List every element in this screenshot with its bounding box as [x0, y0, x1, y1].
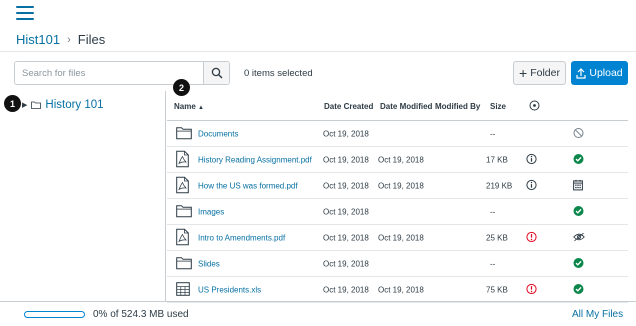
upload-label: Upload: [589, 67, 623, 79]
column-header-size[interactable]: Size: [490, 102, 506, 111]
table-row[interactable]: History Reading Assignment.pdf Oct 19, 20…: [167, 147, 628, 173]
files-table: Name ▲ Date Created Date Modified Modifi…: [167, 91, 628, 303]
header-divider: [0, 51, 636, 52]
column-name-label: Name: [174, 102, 196, 111]
table-row[interactable]: US Presidents.xls Oct 19, 2018 Oct 19, 201…: [167, 277, 628, 303]
add-folder-button[interactable]: + Folder: [513, 61, 566, 85]
caret-right-icon[interactable]: ▶: [22, 101, 27, 109]
hidden-eye-icon[interactable]: [573, 232, 585, 243]
search-box: [14, 61, 230, 85]
folder-icon: [176, 204, 192, 219]
folder-icon: [176, 256, 192, 271]
file-size: 219 KB: [486, 181, 513, 190]
file-size: --: [490, 207, 496, 216]
published-check-icon[interactable]: [573, 205, 584, 218]
tree-item-root[interactable]: ▶ History 101: [22, 99, 104, 111]
pdf-file-icon: [176, 176, 189, 195]
usage-rights-warning-icon[interactable]: [526, 231, 537, 244]
file-name-link[interactable]: How the US was formed.pdf: [198, 181, 298, 190]
date-created: Oct 19, 2018: [323, 285, 369, 294]
table-row[interactable]: Documents Oct 19, 2018 --: [167, 121, 628, 147]
restricted-access-icon[interactable]: [573, 127, 584, 140]
date-modified: Oct 19, 2018: [378, 285, 424, 294]
folder-icon: [176, 126, 192, 141]
usage-rights-warning-icon[interactable]: [526, 283, 537, 296]
storage-quota-bar: [24, 311, 85, 318]
upload-icon: [576, 67, 586, 79]
file-name-link[interactable]: Documents: [198, 129, 238, 138]
calendar-icon[interactable]: [573, 179, 583, 192]
column-header-modified[interactable]: Date Modified: [380, 102, 432, 111]
table-header: Name ▲ Date Created Date Modified Modifi…: [167, 91, 628, 121]
usage-rights-info-icon[interactable]: [526, 153, 537, 166]
date-created: Oct 19, 2018: [323, 181, 369, 190]
date-created: Oct 19, 2018: [323, 155, 369, 164]
breadcrumb: Hist101 › Files: [16, 32, 105, 47]
callout-badge-1: 1: [4, 95, 21, 112]
file-size: --: [490, 259, 496, 268]
file-name-link[interactable]: Intro to Amendments.pdf: [198, 233, 285, 242]
table-body: Documents Oct 19, 2018 -- History Reading A…: [167, 121, 628, 303]
table-row[interactable]: Images Oct 19, 2018 --: [167, 199, 628, 225]
plus-icon: +: [519, 65, 528, 81]
usage-rights-header-icon[interactable]: [529, 100, 540, 111]
folder-tree: ▶ History 101: [8, 91, 166, 301]
search-button[interactable]: [203, 62, 229, 84]
usage-rights-info-icon[interactable]: [526, 179, 537, 192]
folder-icon: [31, 101, 42, 109]
date-modified: Oct 19, 2018: [378, 233, 424, 242]
breadcrumb-current: Files: [77, 32, 106, 47]
breadcrumb-course-link[interactable]: Hist101: [16, 32, 60, 47]
table-row[interactable]: How the US was formed.pdf Oct 19, 2018 Oct…: [167, 173, 628, 199]
date-created: Oct 19, 2018: [323, 129, 369, 138]
date-created: Oct 19, 2018: [323, 233, 369, 242]
published-check-icon[interactable]: [573, 257, 584, 270]
all-my-files-link[interactable]: All My Files: [572, 309, 623, 320]
date-modified: Oct 19, 2018: [378, 181, 424, 190]
table-row[interactable]: Slides Oct 19, 2018 --: [167, 251, 628, 277]
file-size: 75 KB: [486, 285, 508, 294]
top-bar: [0, 0, 636, 24]
search-icon: [211, 67, 222, 79]
selected-count: 0 items selected: [244, 68, 313, 79]
column-header-name[interactable]: Name ▲: [174, 102, 204, 111]
sort-ascending-icon: ▲: [198, 105, 204, 111]
hamburger-menu-icon[interactable]: [16, 6, 34, 20]
published-check-icon[interactable]: [573, 283, 584, 296]
footer: 0% of 524.3 MB used All My Files: [0, 301, 636, 326]
pdf-file-icon: [176, 150, 189, 169]
date-created: Oct 19, 2018: [323, 259, 369, 268]
column-header-created[interactable]: Date Created: [324, 102, 373, 111]
pdf-file-icon: [176, 228, 189, 247]
date-created: Oct 19, 2018: [323, 207, 369, 216]
file-name-link[interactable]: Slides: [198, 259, 220, 268]
date-modified: Oct 19, 2018: [378, 155, 424, 164]
tree-item-label: History 101: [45, 99, 104, 111]
spreadsheet-file-icon: [176, 281, 190, 298]
file-size: --: [490, 129, 496, 138]
published-check-icon[interactable]: [573, 153, 584, 166]
file-name-link[interactable]: History Reading Assignment.pdf: [198, 155, 312, 164]
upload-button[interactable]: Upload: [571, 61, 628, 85]
add-folder-label: Folder: [530, 67, 560, 79]
file-size: 25 KB: [486, 233, 508, 242]
table-row[interactable]: Intro to Amendments.pdf Oct 19, 2018 Oct 1…: [167, 225, 628, 251]
column-header-modified-by[interactable]: Modified By: [435, 102, 480, 111]
file-name-link[interactable]: US Presidents.xls: [198, 285, 261, 294]
file-size: 17 KB: [486, 155, 508, 164]
file-name-link[interactable]: Images: [198, 207, 224, 216]
storage-quota-text: 0% of 524.3 MB used: [93, 309, 189, 320]
breadcrumb-separator: ›: [67, 33, 71, 46]
